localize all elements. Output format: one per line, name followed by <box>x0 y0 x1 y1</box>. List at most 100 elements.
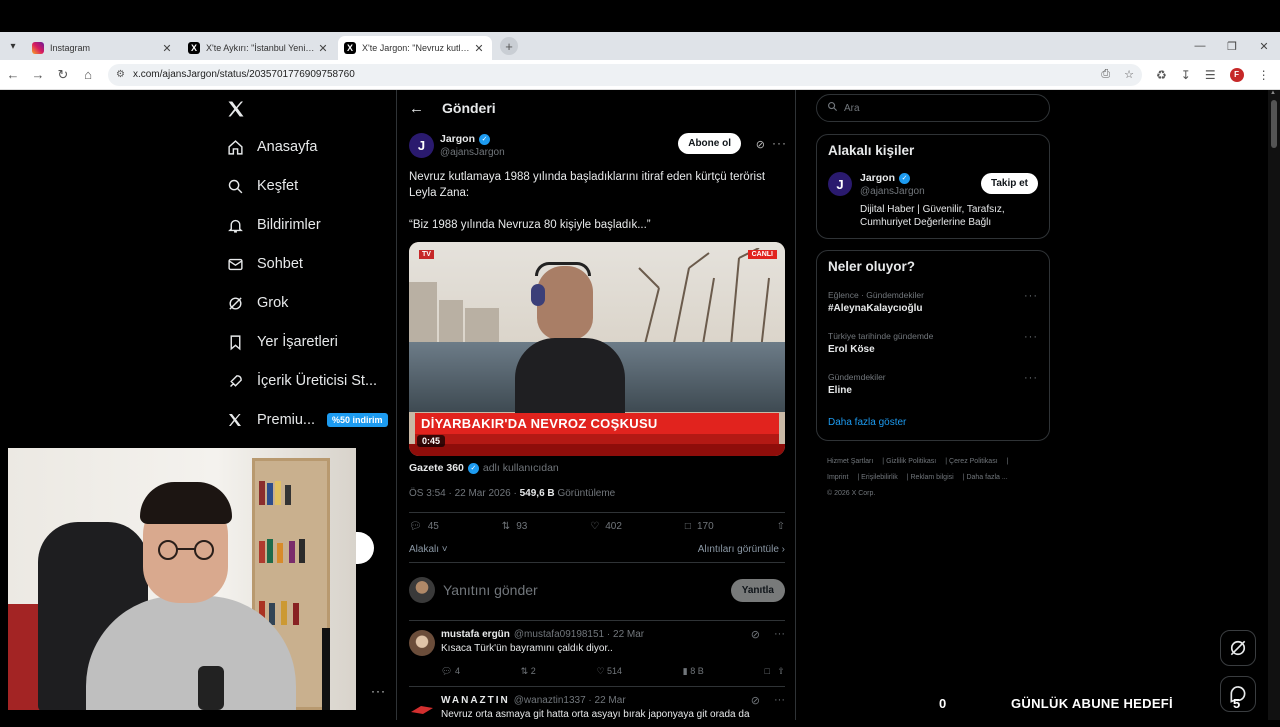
minimize-icon[interactable]: — <box>1184 32 1216 60</box>
grok-icon[interactable]: ⊘ <box>751 694 760 707</box>
grok-icon[interactable]: ⊘ <box>756 138 765 151</box>
author-name[interactable]: Jargon <box>440 133 475 145</box>
person-name[interactable]: Jargon <box>860 172 895 184</box>
scrollbar[interactable]: ▲ <box>1268 90 1280 720</box>
footer-link[interactable]: Imprint <box>827 474 848 481</box>
follow-button[interactable]: Takip et <box>980 173 1038 194</box>
close-icon[interactable]: ✕ <box>160 42 174 55</box>
reload-icon[interactable]: ↻ <box>51 63 75 87</box>
footer-link[interactable]: Erişilebilirlik <box>861 474 898 481</box>
repost-button[interactable]: ⇅ 2 <box>521 666 536 677</box>
avatar[interactable]: J <box>409 133 434 158</box>
footer-link[interactable]: Reklam bilgisi <box>911 474 954 481</box>
more-icon[interactable]: ··· <box>774 694 785 707</box>
tab-search-dropdown-icon[interactable]: ▾ <box>0 32 26 60</box>
more-icon[interactable]: ··· <box>1024 331 1038 343</box>
view-quotes-link[interactable]: Alıntıları görüntüle › <box>698 544 785 555</box>
nav-messages[interactable]: Sohbet <box>226 255 303 273</box>
reply-submit-button[interactable]: Yanıtla <box>730 578 785 602</box>
tab-instagram[interactable]: Instagram ✕ <box>26 36 180 60</box>
scrollbar-thumb[interactable] <box>1271 100 1277 148</box>
avatar[interactable] <box>409 696 435 722</box>
nav-creator-studio[interactable]: İçerik Üreticisi St... <box>226 372 377 390</box>
source-name[interactable]: Gazete 360 <box>409 462 464 474</box>
footer-link[interactable]: Gizlilik Politikası <box>886 458 936 465</box>
grok-icon[interactable]: ⊘ <box>751 628 760 641</box>
x-logo-icon[interactable] <box>226 98 246 126</box>
more-icon[interactable]: ··· <box>1024 290 1038 302</box>
search-input[interactable]: Ara <box>816 94 1050 122</box>
trend-item[interactable]: Türkiye tarihinde gündemde Erol Köse ··· <box>828 329 1038 370</box>
nav-home[interactable]: Anasayfa <box>226 138 317 156</box>
more-icon[interactable]: ··· <box>371 684 386 698</box>
avatar[interactable]: J <box>828 172 852 196</box>
subscribe-button[interactable]: Abone ol <box>678 133 741 154</box>
nav-bookmarks[interactable]: Yer İşaretleri <box>226 333 338 351</box>
reply-item[interactable]: WANAZTIN @wanaztin1337 · 22 Mar ⊘ ··· Nevr… <box>409 694 785 722</box>
forward-icon[interactable]: → <box>26 63 50 87</box>
install-app-icon[interactable]: ⎙ <box>1101 68 1110 81</box>
author-name-row[interactable]: Jargon ✓ <box>440 133 505 145</box>
repost-button[interactable]: ⇅ 93 <box>502 521 528 532</box>
nav-explore[interactable]: Keşfet <box>226 177 298 195</box>
grok-fab-button[interactable] <box>1220 630 1256 666</box>
like-button[interactable]: ♡ 514 <box>596 666 622 677</box>
profile-icon[interactable]: F <box>1229 67 1244 82</box>
views-button[interactable]: ▮ 8 B <box>683 666 704 677</box>
url-field[interactable]: ⚙ x.com/ajansJargon/status/2035701776909… <box>108 63 1142 86</box>
new-tab-button[interactable]: + <box>500 37 518 55</box>
related-person[interactable]: J Jargon ✓ @ajansJargon Takip et <box>828 172 1038 197</box>
site-info-icon[interactable]: ⚙ <box>116 69 125 80</box>
bookmark-share[interactable]: □ ⇧ <box>764 666 784 677</box>
tab-x-jargon[interactable]: X X'te Jargon: "Nevruz kutlamaya ✕ <box>338 36 492 60</box>
bookmark-star-icon[interactable]: ☆ <box>1124 68 1134 81</box>
reply-author-name[interactable]: WANAZTIN <box>441 695 510 706</box>
person-name-row[interactable]: Jargon ✓ <box>860 172 925 184</box>
download-icon[interactable]: ↧ <box>1181 68 1191 82</box>
avatar[interactable] <box>409 630 435 656</box>
restore-icon[interactable]: ❐ <box>1216 32 1248 60</box>
close-window-icon[interactable]: ✕ <box>1248 32 1280 60</box>
reply-button[interactable]: 💬︎ 4 <box>441 666 460 677</box>
footer-link[interactable]: Çerez Politikası <box>949 458 998 465</box>
media-icon[interactable]: ☰ <box>1205 68 1216 82</box>
reply-button[interactable]: 💬︎ 45 <box>409 521 439 532</box>
related-dropdown[interactable]: Alakalı ˅ <box>409 544 448 555</box>
reply-author-name[interactable]: mustafa ergün <box>441 629 510 640</box>
card-title: Alakalı kişiler <box>828 143 915 158</box>
share-button[interactable]: ⇧ <box>777 521 785 532</box>
author-handle[interactable]: @ajansJargon <box>440 147 505 158</box>
video-source[interactable]: Gazete 360 ✓ adlı kullanıcıdan <box>409 462 559 474</box>
post-video[interactable]: TV CANLI DİYARBAKIR'DA NEVROZ COŞKUSU 0:… <box>409 242 785 456</box>
more-icon[interactable]: ··· <box>772 136 787 150</box>
footer-link[interactable]: Hizmet Şartları <box>827 458 873 465</box>
related-label: Alakalı <box>409 544 440 555</box>
nav-grok[interactable]: Grok <box>226 294 288 312</box>
scroll-up-icon[interactable]: ▲ <box>1270 90 1276 96</box>
trend-item[interactable]: Gündemdekiler Eline ··· <box>828 370 1038 411</box>
back-arrow-icon[interactable]: ← <box>409 100 424 117</box>
bookmark-button[interactable]: □ 170 <box>685 521 714 532</box>
post-time[interactable]: ÖS 3:54 · 22 Mar 2026 · <box>409 488 517 499</box>
nav-notifications[interactable]: Bildirimler <box>226 216 321 234</box>
footer-link[interactable]: Daha fazla ... <box>966 474 1007 481</box>
bookmark-icon <box>226 333 244 351</box>
close-icon[interactable]: ✕ <box>316 42 330 55</box>
extensions-icon[interactable]: ♻ <box>1156 68 1167 82</box>
more-icon[interactable]: ··· <box>774 628 785 641</box>
reply-item[interactable]: mustafa ergün @mustafa09198151 · 22 Mar ⊘… <box>409 628 785 677</box>
like-button[interactable]: ♡ 402 <box>590 521 622 532</box>
back-icon[interactable]: ← <box>1 63 25 87</box>
tab-x-aykiri[interactable]: X X'te Aykırı: "İstanbul Yenikapı'da ✕ <box>182 36 336 60</box>
x-icon: X <box>344 42 356 54</box>
close-icon[interactable]: ✕ <box>472 42 486 55</box>
more-icon[interactable]: ··· <box>1024 372 1038 384</box>
show-more-link[interactable]: Daha fazla göster <box>828 417 1038 428</box>
trend-item[interactable]: Eğlence · Gündemdekiler #AleynaKalaycıoğ… <box>828 288 1038 329</box>
home-icon[interactable]: ⌂ <box>76 63 100 87</box>
menu-icon[interactable]: ⋮ <box>1258 68 1270 82</box>
repost-count: 93 <box>516 521 528 532</box>
person-handle[interactable]: @ajansJargon <box>860 186 925 197</box>
reply-input[interactable]: Yanıtını gönder <box>443 582 731 598</box>
nav-premium[interactable]: Premiu... %50 indirim <box>226 411 388 429</box>
